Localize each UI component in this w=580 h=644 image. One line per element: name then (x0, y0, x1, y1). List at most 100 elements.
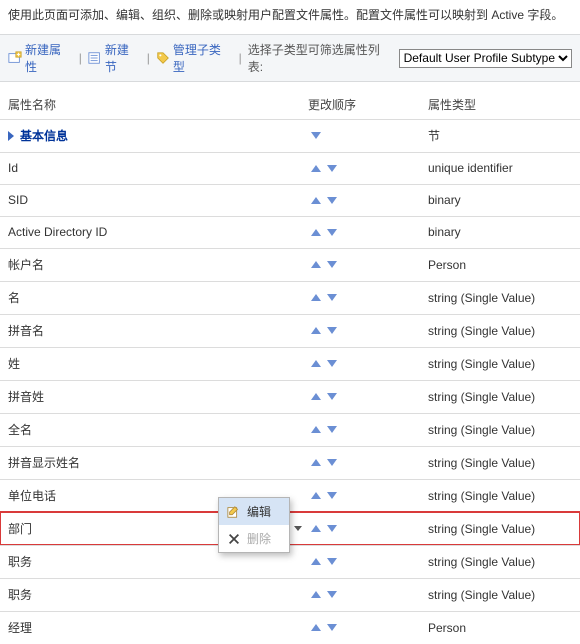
property-name: 帐户名 (8, 256, 308, 273)
section-label: 基本信息 (8, 127, 308, 144)
property-row[interactable]: 姓string (Single Value) (0, 347, 580, 380)
property-row[interactable]: 部门string (Single Value) (0, 512, 580, 545)
order-controls (308, 591, 428, 598)
property-name: 拼音显示姓名 (8, 454, 308, 471)
move-up-button[interactable] (308, 393, 324, 400)
property-row[interactable]: 帐户名 Person (0, 248, 580, 281)
property-name: 拼音名 (8, 322, 308, 339)
move-up-button[interactable] (308, 459, 324, 466)
property-row[interactable]: 职务string (Single Value) (0, 578, 580, 611)
move-down-button[interactable] (324, 327, 340, 334)
property-type: Person (428, 258, 572, 272)
manage-subtypes-label: 管理子类型 (173, 41, 233, 75)
arrow-down-icon (327, 261, 337, 268)
move-up-button[interactable] (308, 294, 324, 301)
move-down-button[interactable] (324, 197, 340, 204)
property-type: unique identifier (428, 161, 572, 175)
property-row[interactable]: 拼音姓string (Single Value) (0, 380, 580, 413)
property-name: 全名 (8, 421, 308, 438)
arrow-up-icon (311, 294, 321, 301)
move-up-button[interactable] (308, 525, 324, 532)
property-row[interactable]: Idunique identifier (0, 152, 580, 184)
move-down-button[interactable] (324, 459, 340, 466)
move-up-button[interactable] (308, 591, 324, 598)
header-type: 属性类型 (428, 96, 572, 113)
separator: | (77, 51, 84, 65)
arrow-down-icon (327, 197, 337, 204)
context-menu-edit[interactable]: 编辑 (219, 498, 289, 525)
arrow-up-icon (311, 591, 321, 598)
move-up-button[interactable] (308, 229, 324, 236)
property-row[interactable]: 职务string (Single Value) (0, 545, 580, 578)
arrow-down-icon (327, 492, 337, 499)
property-type: string (Single Value) (428, 522, 572, 536)
manage-subtypes-icon (156, 51, 170, 65)
header-order: 更改顺序 (308, 96, 428, 113)
order-controls (308, 426, 428, 433)
order-controls (308, 197, 428, 204)
property-row[interactable]: 全名string (Single Value) (0, 413, 580, 446)
move-up-button[interactable] (308, 165, 324, 172)
header-name: 属性名称 (8, 96, 308, 113)
property-row[interactable]: SIDbinary (0, 184, 580, 216)
order-controls (308, 525, 428, 532)
move-down-button[interactable] (324, 229, 340, 236)
move-up-button[interactable] (308, 492, 324, 499)
move-down-button[interactable] (324, 492, 340, 499)
move-down-button[interactable] (308, 132, 324, 139)
property-row[interactable]: 单位电话string (Single Value) (0, 479, 580, 512)
arrow-down-icon (327, 558, 337, 565)
move-up-button[interactable] (308, 558, 324, 565)
order-controls (308, 327, 428, 334)
new-property-link[interactable]: 新建属性 (8, 41, 73, 75)
property-type: string (Single Value) (428, 291, 572, 305)
move-down-button[interactable] (324, 360, 340, 367)
move-down-button[interactable] (324, 393, 340, 400)
move-up-button[interactable] (308, 327, 324, 334)
arrow-down-icon (327, 525, 337, 532)
subtype-filter-select[interactable]: Default User Profile Subtype (399, 49, 572, 68)
move-down-button[interactable] (324, 525, 340, 532)
section-row[interactable]: 基本信息 节 (0, 119, 580, 152)
order-controls (308, 165, 428, 172)
arrow-down-icon (327, 294, 337, 301)
arrow-down-icon (327, 360, 337, 367)
arrow-up-icon (311, 360, 321, 367)
arrow-down-icon (327, 591, 337, 598)
section-type: 节 (428, 127, 572, 144)
arrow-up-icon (311, 624, 321, 631)
separator: | (145, 51, 152, 65)
move-down-button[interactable] (324, 294, 340, 301)
property-type: Person (428, 621, 572, 635)
move-up-button[interactable] (308, 197, 324, 204)
move-down-button[interactable] (324, 261, 340, 268)
order-controls (308, 261, 428, 268)
order-controls (308, 624, 428, 631)
order-controls (308, 558, 428, 565)
context-menu-delete[interactable]: 删除 (219, 525, 289, 552)
row-menu-caret-icon[interactable] (294, 526, 302, 531)
property-row[interactable]: 名string (Single Value) (0, 281, 580, 314)
property-row[interactable]: 经理Person (0, 611, 580, 644)
order-controls (308, 360, 428, 367)
arrow-up-icon (311, 558, 321, 565)
move-down-button[interactable] (324, 426, 340, 433)
move-down-button[interactable] (324, 591, 340, 598)
new-section-link[interactable]: 新建节 (88, 41, 141, 75)
arrow-up-icon (311, 426, 321, 433)
move-up-button[interactable] (308, 426, 324, 433)
arrow-down-icon (327, 393, 337, 400)
move-down-button[interactable] (324, 558, 340, 565)
context-menu-edit-label: 编辑 (247, 503, 271, 520)
property-row[interactable]: 拼音名string (Single Value) (0, 314, 580, 347)
move-down-button[interactable] (324, 165, 340, 172)
context-menu: 编辑 删除 (218, 497, 290, 553)
property-row[interactable]: 拼音显示姓名string (Single Value) (0, 446, 580, 479)
move-up-button[interactable] (308, 360, 324, 367)
manage-subtypes-link[interactable]: 管理子类型 (156, 41, 233, 75)
move-up-button[interactable] (308, 261, 324, 268)
move-up-button[interactable] (308, 624, 324, 631)
filter-label: 选择子类型可筛选属性列表: (248, 41, 395, 75)
property-row[interactable]: Active Directory IDbinary (0, 216, 580, 248)
move-down-button[interactable] (324, 624, 340, 631)
